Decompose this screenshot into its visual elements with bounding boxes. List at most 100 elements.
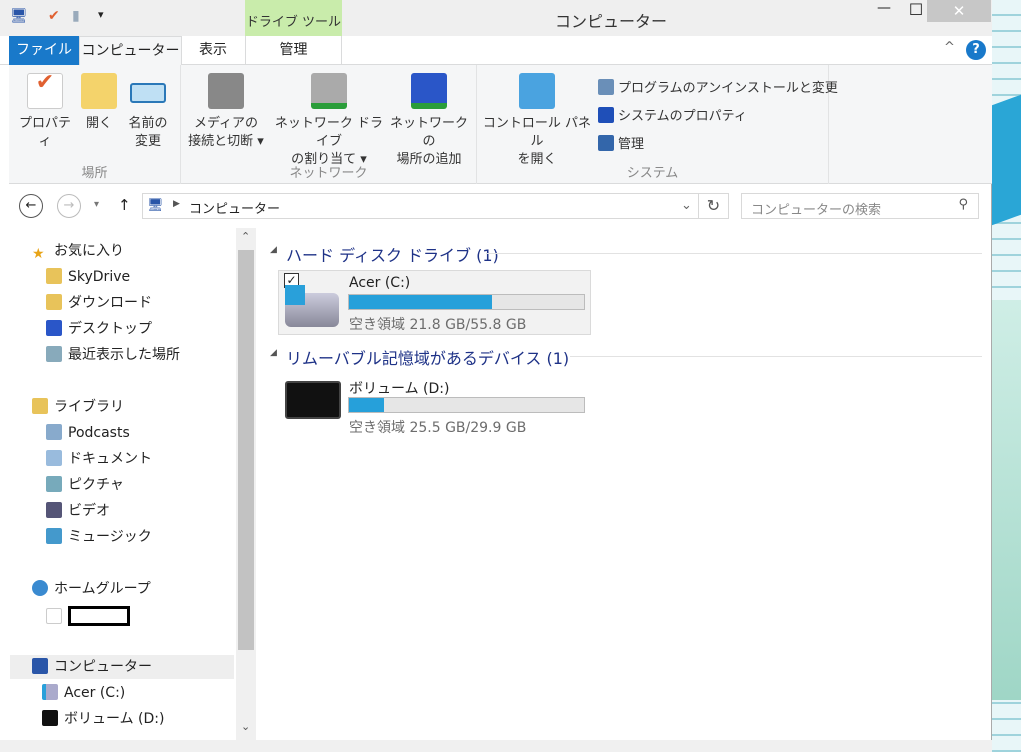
- customize-dropdown[interactable]: ▾: [98, 8, 104, 21]
- nav-libraries[interactable]: ライブラリ: [32, 395, 124, 419]
- hard-drive-icon: [285, 285, 339, 327]
- nav-label: ピクチャ: [68, 477, 124, 493]
- nav-favorites[interactable]: ★ お気に入り: [32, 239, 124, 263]
- divider: [486, 253, 982, 254]
- properties-button[interactable]: ✔ プロパティ: [13, 72, 77, 151]
- nav-pictures[interactable]: ピクチャ: [46, 473, 124, 497]
- recent-locations-dropdown[interactable]: ▾: [94, 199, 99, 210]
- music-icon: [46, 528, 62, 544]
- nav-label: 最近表示した場所: [68, 347, 180, 363]
- nav-downloads[interactable]: ダウンロード: [46, 291, 152, 315]
- drive-name: Acer (C:): [349, 275, 411, 291]
- address-bar[interactable]: 🖥 ▶ コンピューター ⌄ ↻: [142, 193, 729, 219]
- desktop-icon: [46, 320, 62, 336]
- removable-device-icon[interactable]: [285, 381, 341, 419]
- refresh-button[interactable]: ↻: [698, 194, 728, 218]
- free-space: 空き領域 25.5 GB/29.9 GB: [349, 420, 527, 436]
- scroll-up-arrow[interactable]: ⌃: [241, 230, 250, 243]
- context-tab-drive-tools: ドライブ ツール: [245, 0, 342, 36]
- search-input[interactable]: コンピューターの検索 ⚲: [741, 193, 979, 219]
- media-connect-button[interactable]: メディアの 接続と切断 ▾: [183, 73, 269, 151]
- videos-icon: [46, 502, 62, 518]
- collapse-group-icon[interactable]: ◢: [270, 245, 277, 255]
- uninstall-program-button[interactable]: プログラムのアンインストールと変更: [598, 77, 838, 96]
- homegroup-icon: [32, 580, 48, 596]
- address-dropdown[interactable]: ⌄: [681, 198, 692, 213]
- nav-label: SkyDrive: [68, 269, 131, 285]
- manage-button[interactable]: 管理: [598, 133, 644, 152]
- manage-icon: [598, 135, 614, 151]
- back-button[interactable]: ←: [19, 194, 43, 218]
- system-properties-icon: [598, 107, 614, 123]
- group-header-removable[interactable]: リムーバブル記憶域があるデバイス (1): [286, 345, 569, 369]
- content-pane: ◢ ハード ディスク ドライブ (1) ✓ Acer (C:) 空き領域 21.…: [258, 228, 990, 740]
- nav-homegroup[interactable]: ホームグループ: [32, 577, 151, 601]
- help-icon[interactable]: ?: [966, 40, 986, 60]
- nav-label: Acer (C:): [64, 685, 126, 701]
- hard-drive-icon: [42, 684, 58, 700]
- nav-label: Podcasts: [68, 425, 130, 441]
- nav-label: ダウンロード: [68, 295, 152, 311]
- nav-label: ★: [32, 246, 45, 262]
- drive-name[interactable]: ボリューム (D:): [349, 378, 449, 398]
- nav-computer[interactable]: コンピューター: [10, 655, 234, 679]
- open-button[interactable]: 開く: [77, 73, 121, 133]
- forward-button[interactable]: →: [57, 194, 81, 218]
- libraries-icon: [32, 398, 48, 414]
- nav-homegroup-user[interactable]: [46, 605, 130, 629]
- up-button[interactable]: ↑: [118, 196, 131, 214]
- nav-drive-c[interactable]: Acer (C:): [42, 681, 125, 705]
- add-network-location-button[interactable]: ネットワークの 場所の追加: [387, 73, 471, 169]
- skydrive-folder-icon: [46, 268, 62, 284]
- group-location: ✔ プロパティ 開く 名前の 変更 場所: [9, 65, 181, 184]
- rename-button[interactable]: 名前の 変更: [123, 73, 173, 151]
- drive-usage-bar: [348, 397, 585, 413]
- nav-recent-places[interactable]: 最近表示した場所: [46, 343, 180, 367]
- media-device-icon: [208, 73, 244, 109]
- control-panel-icon: [519, 73, 555, 109]
- minimize-button[interactable]: —: [873, 0, 895, 22]
- ribbon-tabs: ファイル コンピューター 表示 管理 ^ ?: [0, 36, 992, 66]
- close-button[interactable]: ✕: [927, 0, 991, 22]
- scrollbar-thumb[interactable]: [238, 250, 254, 650]
- nav-drive-d[interactable]: ボリューム (D:): [42, 707, 164, 731]
- nav-podcasts[interactable]: Podcasts: [46, 421, 130, 445]
- tab-view[interactable]: 表示: [182, 36, 244, 65]
- rename-icon: [130, 83, 166, 103]
- usage-fill: [349, 398, 385, 412]
- nav-label: ドキュメント: [68, 451, 152, 467]
- tab-computer[interactable]: コンピューター: [79, 36, 182, 66]
- map-network-drive-button[interactable]: ネットワーク ドライブ の割り当て ▾: [271, 73, 387, 169]
- redacted-name: [68, 606, 130, 626]
- navigation-pane: ★ お気に入り SkyDrive ダウンロード デスクトップ 最近表示した場所 ラ…: [10, 228, 256, 740]
- pictures-icon: [46, 476, 62, 492]
- nav-label: コンピューター: [54, 659, 152, 675]
- collapse-ribbon-icon[interactable]: ^: [944, 40, 955, 55]
- properties-icon[interactable]: ✔: [48, 8, 60, 24]
- nav-desktop[interactable]: デスクトップ: [46, 317, 152, 341]
- programs-icon: [598, 79, 614, 95]
- nav-label: ミュージック: [68, 529, 152, 545]
- user-icon: [46, 608, 62, 624]
- usage-fill: [349, 295, 493, 309]
- explorer-window: 🖥 ✔ ▮ ▾ ドライブ ツール コンピューター — ☐ ✕ ファイル コンピュ…: [0, 0, 992, 752]
- control-panel-button[interactable]: コントロール パネル を開く: [481, 73, 593, 169]
- group-header-hard-disks[interactable]: ハード ディスク ドライブ (1): [286, 242, 499, 266]
- nav-videos[interactable]: ビデオ: [46, 499, 110, 523]
- nav-skydrive[interactable]: SkyDrive: [46, 265, 130, 289]
- tab-file[interactable]: ファイル: [9, 36, 79, 65]
- maximize-button[interactable]: ☐: [905, 0, 927, 22]
- folder-icon[interactable]: ▮: [72, 8, 80, 24]
- scroll-down-arrow[interactable]: ⌄: [241, 720, 250, 733]
- system-properties-button[interactable]: システムのプロパティ: [598, 105, 747, 124]
- nav-scrollbar[interactable]: ⌃ ⌄: [236, 228, 256, 740]
- breadcrumb-separator-icon: ▶: [173, 199, 180, 209]
- tab-manage[interactable]: 管理: [245, 36, 342, 65]
- free-space: 空き領域 21.8 GB/55.8 GB: [349, 317, 527, 333]
- collapse-group-icon[interactable]: ◢: [270, 348, 277, 358]
- breadcrumb-computer[interactable]: コンピューター: [189, 198, 280, 217]
- nav-label: お気に入り: [54, 243, 124, 259]
- nav-label: ホームグループ: [54, 581, 151, 597]
- nav-music[interactable]: ミュージック: [46, 525, 152, 549]
- nav-documents[interactable]: ドキュメント: [46, 447, 152, 471]
